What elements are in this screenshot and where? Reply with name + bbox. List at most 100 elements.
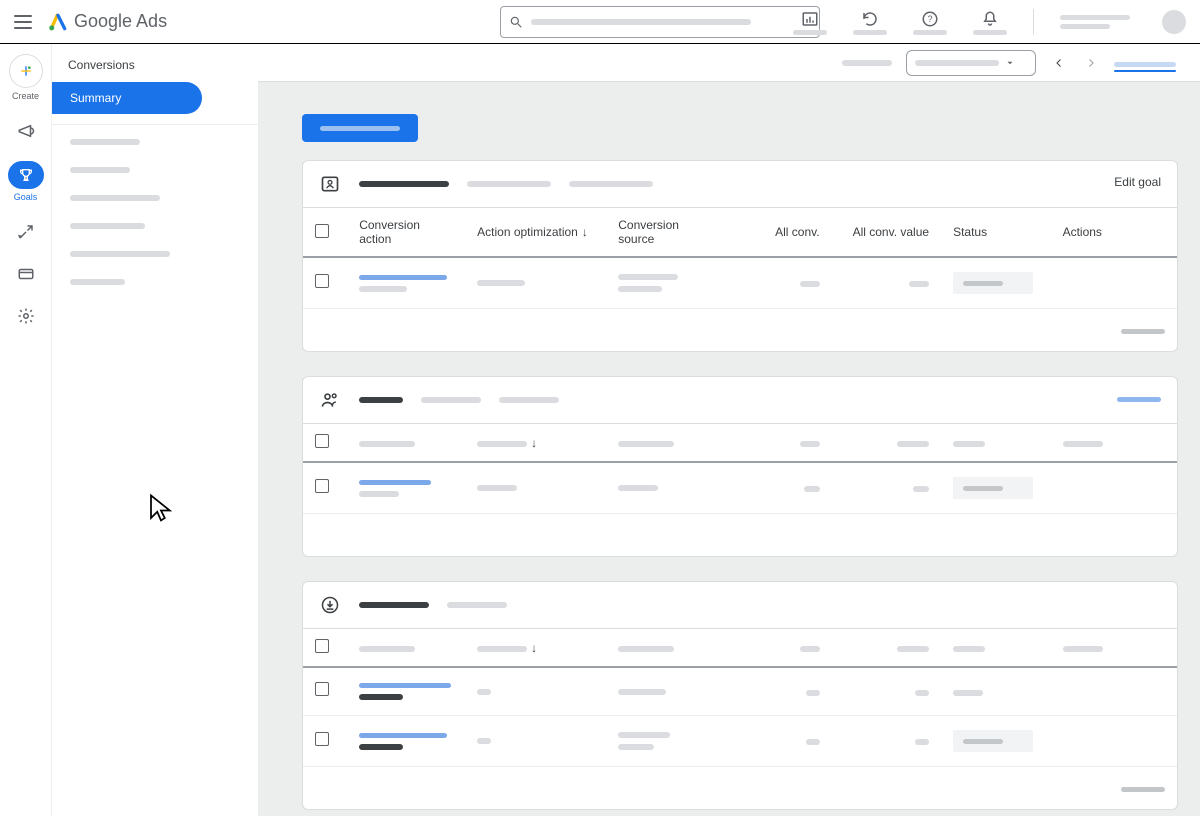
trophy-icon — [18, 167, 34, 183]
col-header[interactable] — [347, 424, 465, 463]
subnav-item[interactable] — [70, 251, 170, 257]
col-header[interactable] — [347, 629, 465, 668]
notifications-icon[interactable] — [973, 10, 1007, 35]
status-chip — [953, 272, 1033, 294]
app-name: Google Ads — [74, 11, 167, 32]
conversion-action-link[interactable] — [359, 275, 447, 280]
rail-billing-icon[interactable] — [14, 262, 38, 286]
svg-text:?: ? — [927, 14, 932, 24]
col-header[interactable] — [832, 424, 942, 463]
download-icon — [319, 594, 341, 616]
edit-goal-button[interactable]: Edit goal — [1114, 175, 1161, 189]
col-conversion-action[interactable]: Conversion action — [347, 208, 465, 258]
conversions-table: ↓ — [303, 628, 1177, 809]
subnav-item[interactable] — [70, 195, 160, 201]
col-header[interactable] — [722, 424, 832, 463]
menu-icon[interactable] — [14, 15, 32, 29]
goal-card: Edit goal Conversion action Action optim… — [302, 160, 1178, 352]
account-switcher[interactable] — [1060, 15, 1130, 29]
primary-tab[interactable] — [302, 114, 418, 142]
rail-create-label: Create — [12, 91, 39, 101]
date-next-button — [1082, 54, 1100, 72]
subnav-item[interactable] — [70, 167, 130, 173]
select-all-checkbox[interactable] — [315, 224, 329, 238]
col-header[interactable] — [1051, 629, 1177, 668]
rail-tools-icon[interactable] — [14, 220, 38, 244]
separator — [1033, 9, 1034, 35]
subnav-title: Conversions — [52, 44, 258, 82]
date-prev-button[interactable] — [1050, 54, 1068, 72]
help-icon[interactable]: ? — [913, 10, 947, 35]
reports-icon[interactable] — [793, 10, 827, 35]
conversion-action-link[interactable] — [359, 733, 447, 738]
plus-icon — [18, 63, 34, 79]
table-row[interactable] — [303, 257, 1177, 309]
conversion-action-link[interactable] — [359, 480, 431, 485]
google-ads-icon — [48, 12, 68, 32]
subnav-item-summary-label: Summary — [70, 91, 121, 105]
rail-campaigns-icon[interactable] — [14, 119, 38, 143]
table-row[interactable] — [303, 462, 1177, 514]
col-actions[interactable]: Actions — [1051, 208, 1177, 258]
row-checkbox[interactable] — [315, 732, 329, 746]
subnav-item[interactable] — [70, 139, 140, 145]
col-header[interactable]: ↓ — [465, 629, 606, 668]
rail-goals-label: Goals — [14, 192, 38, 202]
col-header[interactable] — [606, 629, 722, 668]
col-header[interactable] — [722, 629, 832, 668]
row-checkbox[interactable] — [315, 274, 329, 288]
refresh-icon[interactable] — [853, 10, 887, 35]
rail-admin-icon[interactable] — [14, 304, 38, 328]
subnav-item[interactable] — [70, 279, 125, 285]
sort-desc-icon: ↓ — [531, 641, 537, 655]
rail-goals[interactable]: Goals — [8, 161, 44, 202]
select-all-checkbox[interactable] — [315, 639, 329, 653]
topbar-right: ? — [793, 0, 1186, 44]
date-range-picker[interactable] — [906, 50, 1036, 76]
col-all-conv-value[interactable]: All conv. value — [832, 208, 942, 258]
app-topbar: Google Ads ? — [0, 0, 1200, 44]
row-checkbox[interactable] — [315, 682, 329, 696]
col-all-conv[interactable]: All conv. — [722, 208, 832, 258]
sub-nav: Conversions Summary — [52, 44, 258, 816]
col-status[interactable]: Status — [941, 208, 1051, 258]
content-header — [258, 44, 1200, 82]
status-chip — [953, 730, 1033, 752]
table-footer-link[interactable] — [1121, 329, 1165, 334]
goal-card: ↓ — [302, 581, 1178, 810]
status-chip — [953, 477, 1033, 499]
main-content: Edit goal Conversion action Action optim… — [258, 44, 1200, 816]
col-header[interactable]: ↓ — [465, 424, 606, 463]
conversions-table: Conversion action Action optimization↓ C… — [303, 207, 1177, 351]
table-footer-link[interactable] — [1121, 787, 1165, 792]
conversion-action-link[interactable] — [359, 683, 451, 688]
table-row[interactable] — [303, 716, 1177, 767]
leads-icon — [319, 389, 341, 411]
goal-card: ↓ — [302, 376, 1178, 557]
col-conversion-source[interactable]: Conversion source — [606, 208, 722, 258]
table-row[interactable] — [303, 667, 1177, 716]
left-rail: Create Goals — [0, 44, 52, 816]
subnav-item-summary[interactable]: Summary — [52, 82, 202, 114]
subnav-item[interactable] — [70, 223, 145, 229]
user-avatar[interactable] — [1162, 10, 1186, 34]
caret-down-icon — [1005, 58, 1015, 68]
col-header[interactable] — [606, 424, 722, 463]
select-all-checkbox[interactable] — [315, 434, 329, 448]
header-link[interactable] — [1114, 70, 1176, 72]
sort-desc-icon: ↓ — [531, 436, 537, 450]
col-action-optimization[interactable]: Action optimization↓ — [465, 208, 606, 258]
search-icon — [509, 15, 523, 29]
row-checkbox[interactable] — [315, 479, 329, 493]
search-input[interactable] — [500, 6, 820, 38]
conversions-table: ↓ — [303, 423, 1177, 556]
col-header[interactable] — [1051, 424, 1177, 463]
col-header[interactable] — [941, 424, 1051, 463]
col-header[interactable] — [941, 629, 1051, 668]
app-logo[interactable]: Google Ads — [48, 11, 167, 32]
rail-create[interactable]: Create — [9, 54, 43, 101]
sort-desc-icon: ↓ — [582, 225, 588, 239]
card-link[interactable] — [1117, 391, 1161, 405]
col-header[interactable] — [832, 629, 942, 668]
pageview-icon — [319, 173, 341, 195]
